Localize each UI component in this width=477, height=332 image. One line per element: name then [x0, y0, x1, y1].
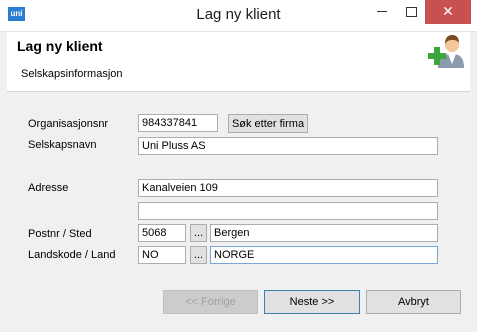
postal-browse-button[interactable]: ...: [190, 224, 207, 242]
header-banner: Lag ny klient Selskapsinformasjon: [7, 32, 470, 92]
address-line2-input[interactable]: [138, 202, 438, 220]
org-number-input[interactable]: [138, 114, 218, 132]
title-bar[interactable]: uni Lag ny klient ✕: [0, 0, 477, 32]
header-title: Lag ny klient: [17, 38, 103, 54]
company-name-label: Selskapsnavn: [28, 139, 97, 151]
close-button[interactable]: ✕: [425, 0, 471, 24]
postal-code-input[interactable]: [138, 224, 186, 242]
next-button[interactable]: Neste >>: [264, 290, 360, 314]
city-input[interactable]: [210, 224, 438, 242]
header-subtitle: Selskapsinformasjon: [21, 68, 123, 80]
country-browse-button[interactable]: ...: [190, 246, 207, 264]
cancel-button[interactable]: Avbryt: [366, 290, 461, 314]
country-label: Landskode / Land: [28, 249, 116, 261]
country-name-input[interactable]: [210, 246, 438, 264]
maximize-icon: [406, 6, 417, 17]
previous-button[interactable]: << Forrige: [163, 290, 258, 314]
postal-label: Postnr / Sted: [28, 228, 92, 240]
minimize-icon: [376, 11, 387, 13]
search-company-button[interactable]: Søk etter firma: [228, 114, 308, 133]
user-add-icon: [428, 35, 464, 68]
address-label: Adresse: [28, 182, 69, 194]
dialog-window: uni Lag ny klient ✕ Lag ny klient Selska…: [0, 0, 477, 332]
minimize-button[interactable]: [367, 0, 396, 24]
country-code-input[interactable]: [138, 246, 186, 264]
company-name-input[interactable]: [138, 137, 438, 155]
maximize-button[interactable]: [397, 0, 426, 24]
org-number-label: Organisasjonsnr: [28, 118, 109, 130]
close-icon: ✕: [442, 3, 454, 19]
address-line1-input[interactable]: [138, 179, 438, 197]
